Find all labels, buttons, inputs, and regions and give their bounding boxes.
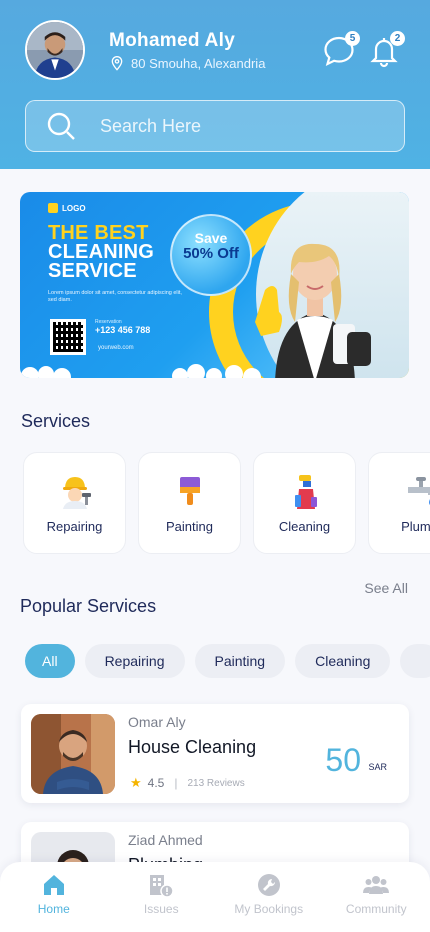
user-name: Mohamed Aly	[109, 30, 236, 51]
header: Mohamed Aly 80 Smouha, Alexandria 5 2	[0, 0, 430, 169]
nav-home[interactable]: Home	[0, 862, 108, 932]
service-card-painting[interactable]: Painting	[138, 452, 241, 554]
qr-code	[50, 319, 86, 355]
currency: SAR	[368, 762, 387, 772]
nav-issues[interactable]: Issues	[108, 862, 216, 932]
service-card-cleaning[interactable]: Cleaning	[253, 452, 356, 554]
chip-cleaning[interactable]: Cleaning	[295, 644, 391, 678]
search-bar[interactable]	[25, 100, 405, 152]
banner-title: THE BEST CLEANING SERVICE	[48, 222, 155, 282]
messages-button[interactable]: 5	[322, 31, 360, 68]
location-pin-icon	[111, 56, 123, 71]
service-label: Cleaning	[278, 518, 331, 534]
banner-logo: LOGO	[48, 203, 86, 213]
banner-website: yourweb.com	[98, 345, 134, 351]
messages-badge: 5	[345, 31, 360, 46]
services-row: Repairing Painting Cleaning Plum	[23, 452, 430, 554]
home-screen: Mohamed Aly 80 Smouha, Alexandria 5 2 LO…	[0, 0, 430, 932]
divider: |	[174, 776, 178, 790]
service-label: Plumb	[401, 518, 430, 534]
cleaning-supplies-icon	[294, 474, 317, 509]
chip-repairing[interactable]: Repairing	[84, 644, 185, 678]
reviews-count: 213 Reviews	[187, 777, 245, 789]
nav-label: Home	[37, 902, 70, 916]
bottom-nav: Home Issues My Bookings Community	[0, 862, 430, 932]
provider-name: Ziad Ahmed	[128, 832, 203, 848]
price: 50	[325, 742, 361, 778]
provider-photo	[31, 714, 115, 794]
popular-services-title: Popular Services	[20, 596, 157, 616]
notifications-button[interactable]: 2	[367, 31, 405, 68]
nav-label: Community	[345, 902, 407, 916]
banner-lorem: Lorem ipsum dolor sit amet, consectetur …	[48, 290, 182, 303]
worker-icon	[62, 476, 91, 509]
see-all-link[interactable]: See All	[364, 580, 408, 596]
people-group-icon	[363, 876, 390, 894]
faucet-icon	[407, 476, 430, 505]
rating: ★ 4.5 | 213 Reviews	[130, 775, 245, 791]
rating-value: 4.5	[147, 776, 165, 790]
banner-phone: Reservation +123 456 788	[95, 319, 151, 335]
nav-label: My Bookings	[234, 902, 304, 916]
chip-all[interactable]: All	[25, 644, 75, 678]
save-badge: Save 50% Off	[170, 214, 252, 296]
service-card-repairing[interactable]: Repairing	[23, 452, 126, 554]
service-label: Repairing	[46, 518, 103, 534]
chip-more[interactable]	[400, 644, 430, 678]
nav-label: Issues	[143, 902, 179, 916]
service-label: Painting	[166, 518, 213, 534]
paint-brush-icon	[179, 476, 200, 505]
promo-banner[interactable]: LOGO THE BEST CLEANING SERVICE Lorem ips…	[20, 192, 409, 378]
notifications-badge: 2	[390, 31, 405, 46]
wrench-icon	[257, 874, 280, 896]
service-card-plumbing[interactable]: Plumb	[368, 452, 430, 554]
location-text: 80 Smouha, Alexandria	[131, 55, 266, 71]
building-alert-icon	[150, 875, 174, 898]
home-icon	[43, 875, 64, 895]
search-icon	[47, 112, 75, 140]
chip-painting[interactable]: Painting	[194, 644, 286, 678]
search-input[interactable]	[100, 115, 380, 137]
user-location: 80 Smouha, Alexandria	[109, 55, 265, 71]
avatar[interactable]	[25, 20, 85, 80]
bubbles-decor	[21, 364, 261, 378]
popular-card[interactable]: Omar Aly House Cleaning ★ 4.5 | 213 Revi…	[21, 704, 409, 803]
service-name: House Cleaning	[128, 737, 257, 757]
provider-name: Omar Aly	[128, 714, 186, 730]
nav-my-bookings[interactable]: My Bookings	[215, 862, 323, 932]
category-chips: All Repairing Painting Cleaning	[25, 644, 430, 678]
nav-community[interactable]: Community	[323, 862, 430, 932]
star-icon: ★	[130, 775, 142, 790]
services-title: Services	[21, 411, 91, 431]
